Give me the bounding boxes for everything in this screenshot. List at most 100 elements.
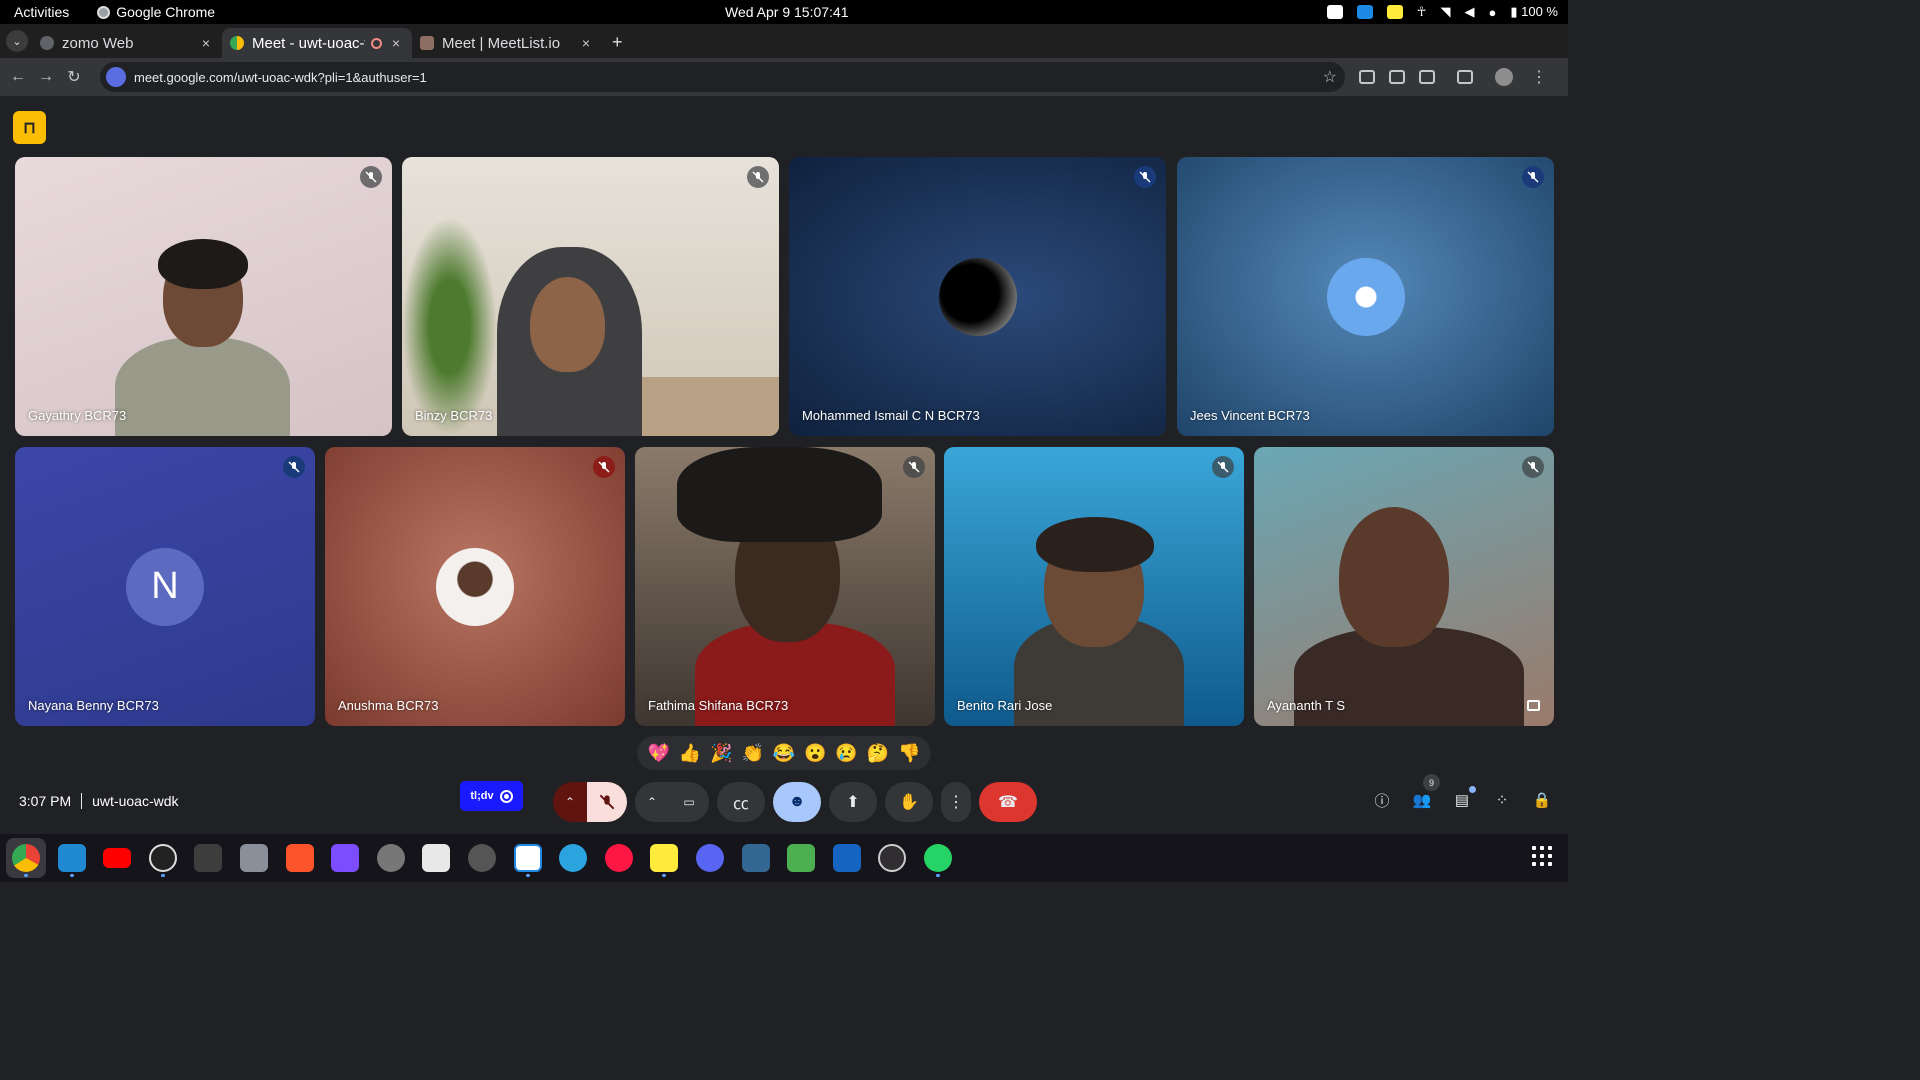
chrome-menu-icon[interactable]: ⋮ [1531, 67, 1547, 87]
bookmark-star-icon[interactable]: ☆ [1323, 67, 1337, 87]
reading-mode-icon[interactable] [1457, 70, 1473, 84]
reaction-thumbs-down[interactable]: 👎 [898, 743, 920, 764]
chatgpt-icon [148, 844, 177, 872]
microphone-toggle-button[interactable] [587, 782, 627, 822]
url-text[interactable]: meet.google.com/uwt-uoac-wdk?pli=1&authu… [134, 70, 427, 85]
close-tab-button[interactable]: × [198, 35, 214, 51]
accessibility-icon[interactable]: ☥ [1417, 4, 1427, 20]
dock-telegram[interactable] [553, 838, 593, 878]
dock-whatsapp[interactable] [918, 838, 958, 878]
show-apps-grid-icon[interactable] [1532, 846, 1552, 866]
audio-options-button[interactable]: ⌃ [553, 782, 587, 822]
reaction-surprised[interactable]: 😮 [804, 743, 826, 764]
tab-search-button[interactable]: ⌄ [6, 30, 28, 52]
address-bar[interactable]: meet.google.com/uwt-uoac-wdk?pli=1&authu… [100, 62, 1345, 92]
dock-terminal[interactable] [188, 838, 228, 878]
dock-brave[interactable] [280, 838, 320, 878]
meeting-details-button[interactable]: ⓘ [1372, 790, 1392, 810]
camera-toggle-button[interactable]: ▭ [669, 782, 709, 822]
clock[interactable]: Wed Apr 9 15:07:41 [725, 4, 849, 20]
reaction-thumbs-up[interactable]: 👍 [679, 743, 701, 764]
participant-name: Nayana Benny BCR73 [28, 698, 159, 713]
reactions-button[interactable]: ☻ [773, 782, 821, 822]
reaction-laugh[interactable]: 😂 [773, 743, 795, 764]
people-button[interactable]: 👥 9 [1412, 774, 1440, 810]
lock-person-icon: 🔒 [1532, 792, 1552, 809]
tab-meetlist[interactable]: Meet | MeetList.io × [412, 28, 602, 58]
mic-muted-icon [1522, 456, 1544, 478]
chevron-up-icon: ⌃ [564, 795, 576, 809]
chat-button[interactable]: ▤ [1452, 786, 1476, 810]
participant-tile[interactable]: Benito Rari Jose [944, 447, 1244, 726]
participant-tile[interactable]: N Nayana Benny BCR73 [15, 447, 315, 726]
mic-muted-icon [1212, 456, 1234, 478]
tray-notes-icon[interactable] [1386, 5, 1403, 19]
site-info-icon[interactable] [106, 67, 126, 87]
volume-icon: ◀ [1464, 4, 1475, 19]
app-menu[interactable]: Google Chrome [97, 4, 215, 20]
back-icon[interactable]: ← [4, 68, 32, 86]
tab-zomo-web[interactable]: zomo Web × [32, 28, 222, 58]
caption-extension-icon[interactable] [1389, 70, 1405, 84]
system-tray[interactable]: ☥ ◥ ◀ ● ▮ 100 % [1326, 4, 1558, 20]
dock-settings[interactable] [371, 838, 411, 878]
reaction-thinking[interactable]: 🤔 [867, 743, 889, 764]
dock-text-editor[interactable] [416, 838, 456, 878]
mic-muted-icon [1522, 166, 1544, 188]
participant-tile[interactable]: Binzy BCR73 [402, 157, 779, 436]
dock-vscode[interactable] [52, 838, 92, 878]
video-options-button[interactable]: ⌃ [635, 782, 669, 822]
dock-remote-desktop[interactable] [827, 838, 867, 878]
screenshot-extension-icon[interactable] [1359, 70, 1375, 84]
participant-tile[interactable]: Jees Vincent BCR73 [1177, 157, 1554, 436]
dock-clock[interactable] [462, 838, 502, 878]
reload-icon[interactable]: ↻ [60, 67, 88, 87]
new-tab-button[interactable]: + [612, 32, 623, 53]
captions-button[interactable]: ㏄ [717, 782, 765, 822]
tray-writer-icon[interactable] [1356, 5, 1373, 19]
dock-obs[interactable] [872, 838, 912, 878]
forward-icon[interactable]: → [32, 68, 60, 86]
extensions-puzzle-icon[interactable] [1419, 70, 1435, 84]
participant-name: Jees Vincent BCR73 [1190, 408, 1310, 423]
dock-discord[interactable] [690, 838, 730, 878]
tray-app-icon[interactable] [1326, 5, 1343, 19]
more-options-button[interactable]: ⋮ [941, 782, 971, 822]
picture-in-picture-icon[interactable] [1527, 700, 1540, 711]
system-top-bar: Activities Google Chrome Wed Apr 9 15:07… [0, 0, 1568, 24]
close-tab-button[interactable]: × [388, 35, 404, 51]
reaction-heart[interactable]: 💖 [647, 743, 669, 764]
browser-toolbar: ← → ↻ meet.google.com/uwt-uoac-wdk?pli=1… [0, 58, 1568, 96]
participant-tile[interactable]: Fathima Shifana BCR73 [635, 447, 935, 726]
door-icon[interactable]: ⊓ [13, 111, 46, 144]
leave-call-button[interactable]: ☎ [979, 782, 1037, 822]
tldv-recorder-button[interactable]: tl;dv [460, 781, 523, 811]
dock-chrome[interactable] [6, 838, 46, 878]
dock-writer[interactable] [508, 838, 548, 878]
dock-vim[interactable] [781, 838, 821, 878]
dock-postgres[interactable] [736, 838, 776, 878]
profile-avatar[interactable] [1495, 68, 1513, 86]
present-button[interactable]: ⬆ [829, 782, 877, 822]
host-controls-button[interactable]: 🔒 [1532, 790, 1552, 810]
dock-notes[interactable] [644, 838, 684, 878]
raise-hand-button[interactable]: ✋ [885, 782, 933, 822]
activities-button[interactable]: Activities [14, 4, 69, 20]
participant-tile[interactable]: Ayananth T S [1254, 447, 1554, 726]
close-tab-button[interactable]: × [578, 35, 594, 51]
dock-music[interactable] [599, 838, 639, 878]
dock-chatgpt[interactable] [143, 838, 183, 878]
participant-tile[interactable]: Mohammed Ismail C N BCR73 [789, 157, 1166, 436]
participant-name: Ayananth T S [1267, 698, 1346, 713]
participant-tile[interactable]: Gayathry BCR73 [15, 157, 392, 436]
dock-obsidian[interactable] [325, 838, 365, 878]
people-icon: 👥 [1412, 792, 1432, 809]
reaction-party[interactable]: 🎉 [710, 743, 732, 764]
tab-meet[interactable]: Meet - uwt-uoac-wdk × [222, 28, 412, 58]
participant-tile[interactable]: Anushma BCR73 [325, 447, 625, 726]
dock-files[interactable] [234, 838, 274, 878]
activities-panel-button[interactable]: ⁘ [1492, 790, 1512, 810]
reaction-clap[interactable]: 👏 [741, 743, 763, 764]
reaction-sad[interactable]: 😢 [835, 743, 857, 764]
dock-youtube[interactable] [97, 838, 137, 878]
